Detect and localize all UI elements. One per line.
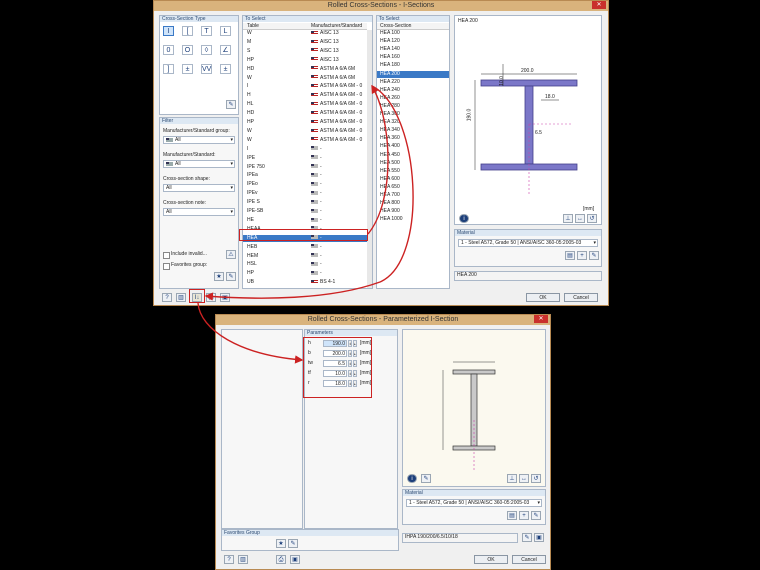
annotation-arrows bbox=[197, 84, 414, 364]
